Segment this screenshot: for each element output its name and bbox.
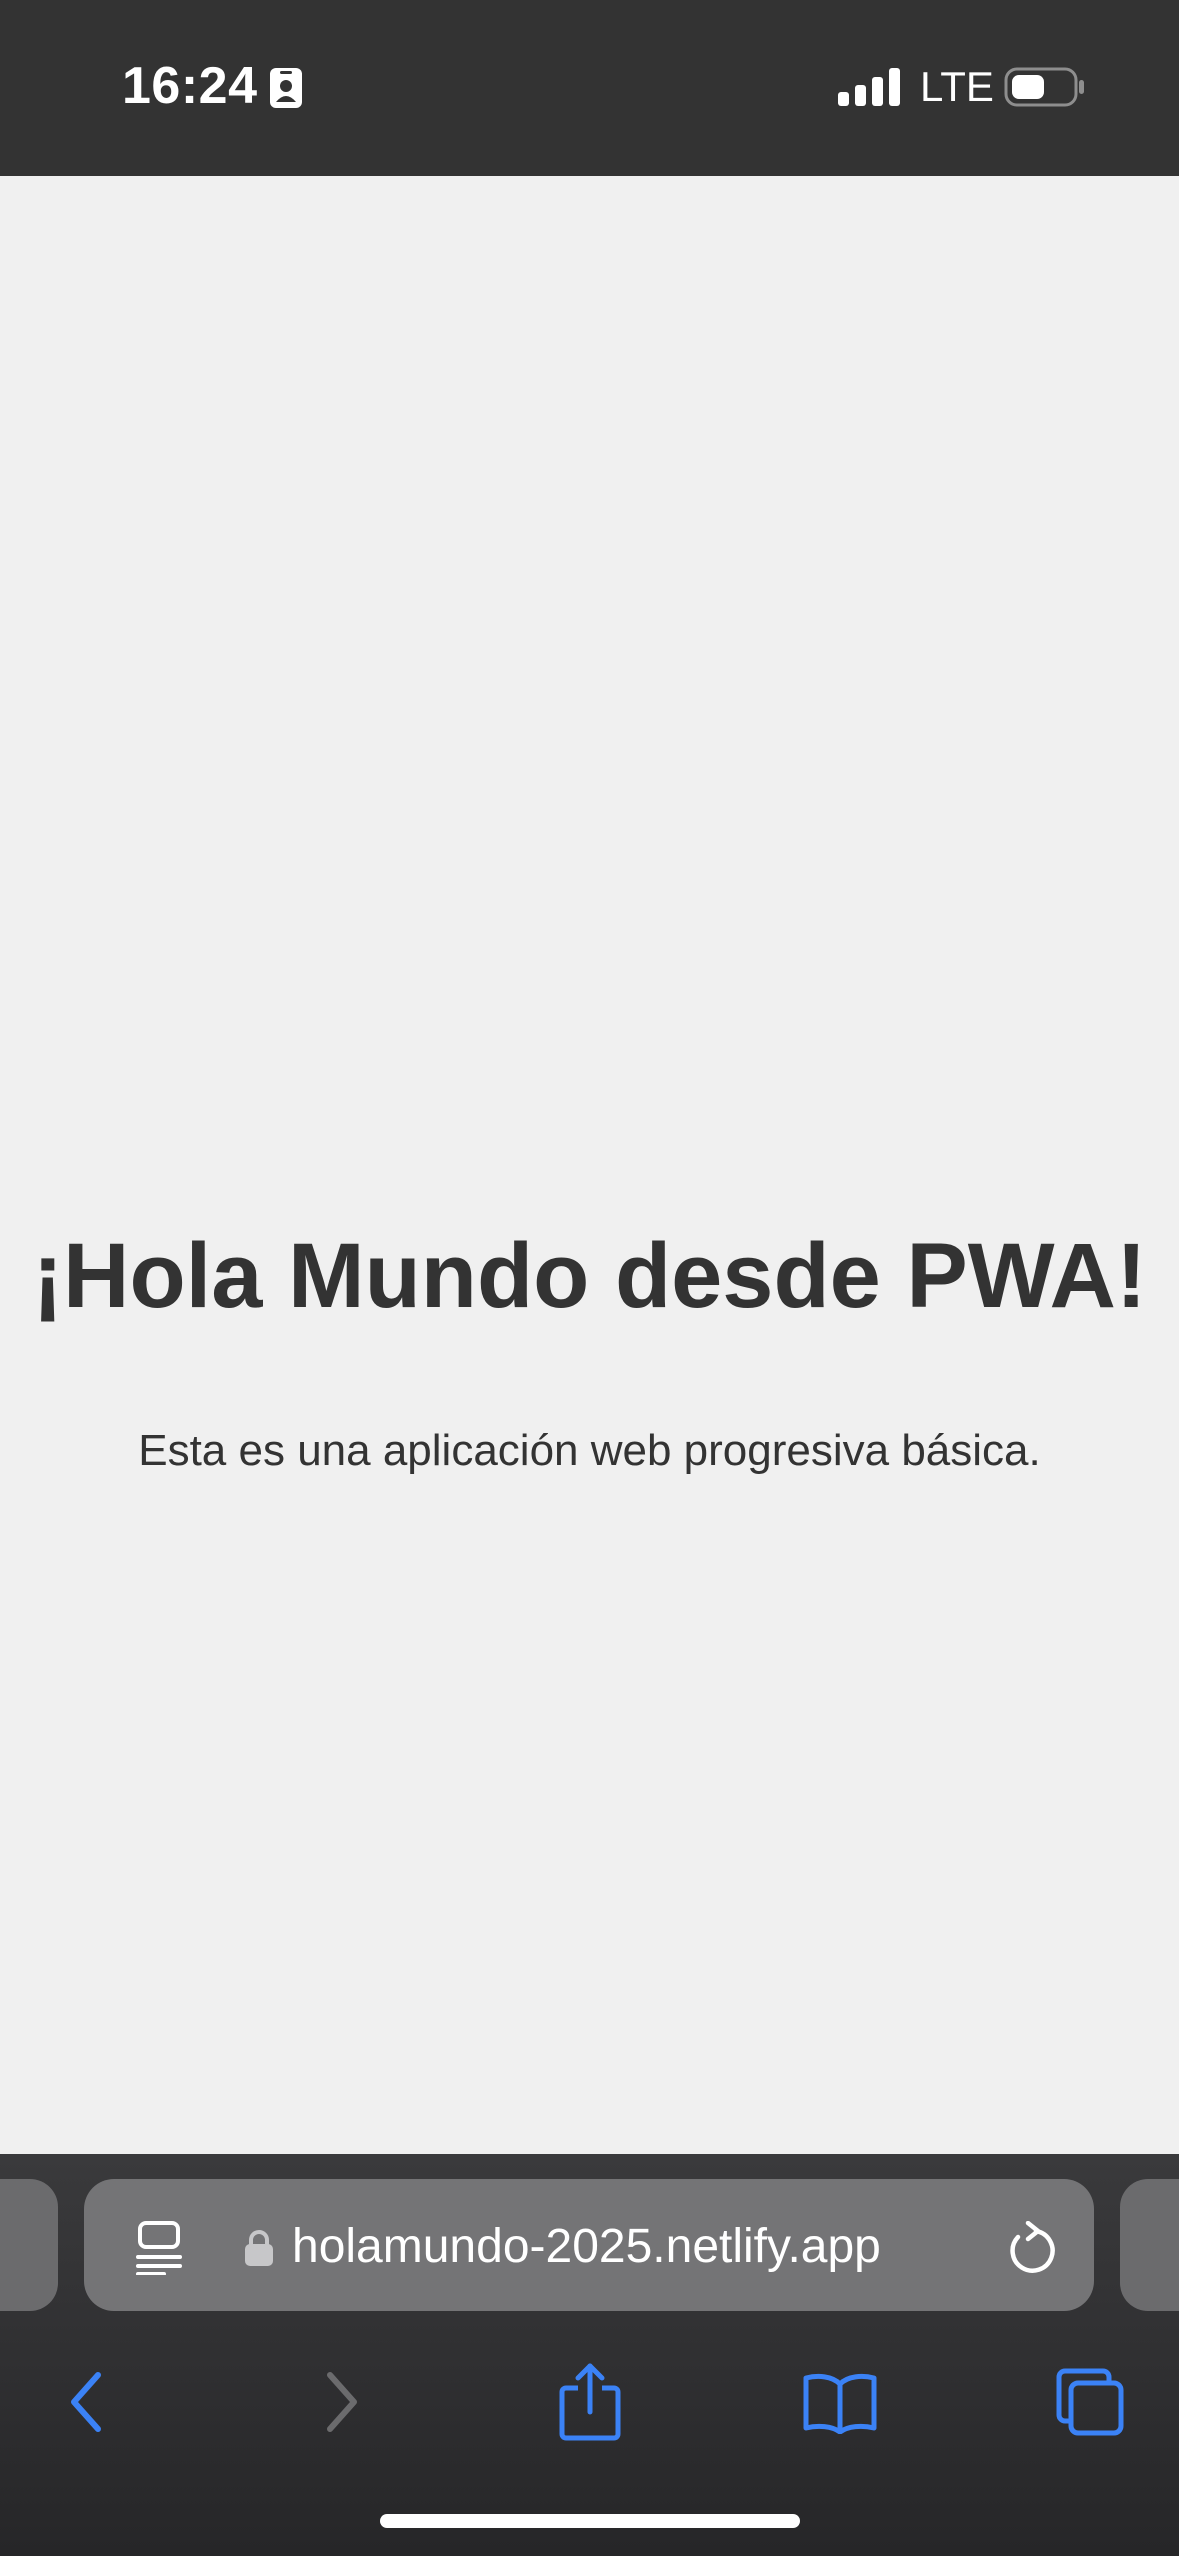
web-content: ¡Hola Mundo desde PWA! Esta es una aplic… xyxy=(0,176,1179,2154)
network-type-label: LTE xyxy=(920,63,994,110)
back-icon xyxy=(71,2372,101,2432)
forward-icon xyxy=(327,2372,357,2432)
bookmarks-button[interactable] xyxy=(790,2352,890,2452)
tabs-icon xyxy=(1056,2368,1124,2436)
reload-icon[interactable] xyxy=(1004,2220,1056,2277)
next-tab-preview[interactable] xyxy=(1120,2179,1179,2311)
status-time: 16:24 xyxy=(122,57,258,115)
page-heading: ¡Hola Mundo desde PWA! xyxy=(32,1225,1147,1327)
address-bar[interactable]: holamundo-2025.netlify.app xyxy=(84,2179,1094,2311)
battery-icon xyxy=(1004,66,1086,108)
forward-button[interactable] xyxy=(292,2352,392,2452)
id-card-icon xyxy=(268,66,304,110)
home-indicator[interactable] xyxy=(380,2514,800,2528)
page-paragraph: Esta es una aplicación web progresiva bá… xyxy=(138,1426,1041,1475)
browser-toolbar: holamundo-2025.netlify.app xyxy=(0,2154,1179,2556)
lock-icon xyxy=(244,2229,274,2267)
share-icon xyxy=(559,2363,621,2441)
share-button[interactable] xyxy=(540,2352,640,2452)
previous-tab-preview[interactable] xyxy=(0,2179,58,2311)
back-button[interactable] xyxy=(36,2352,136,2452)
bookmarks-icon xyxy=(803,2373,877,2434)
reader-icon[interactable] xyxy=(134,2221,184,2276)
url-text[interactable]: holamundo-2025.netlify.app xyxy=(292,2217,881,2277)
signal-icon xyxy=(838,68,900,106)
tabs-button[interactable] xyxy=(1040,2352,1140,2452)
status-bar: 16:24 LTE xyxy=(0,0,1179,176)
